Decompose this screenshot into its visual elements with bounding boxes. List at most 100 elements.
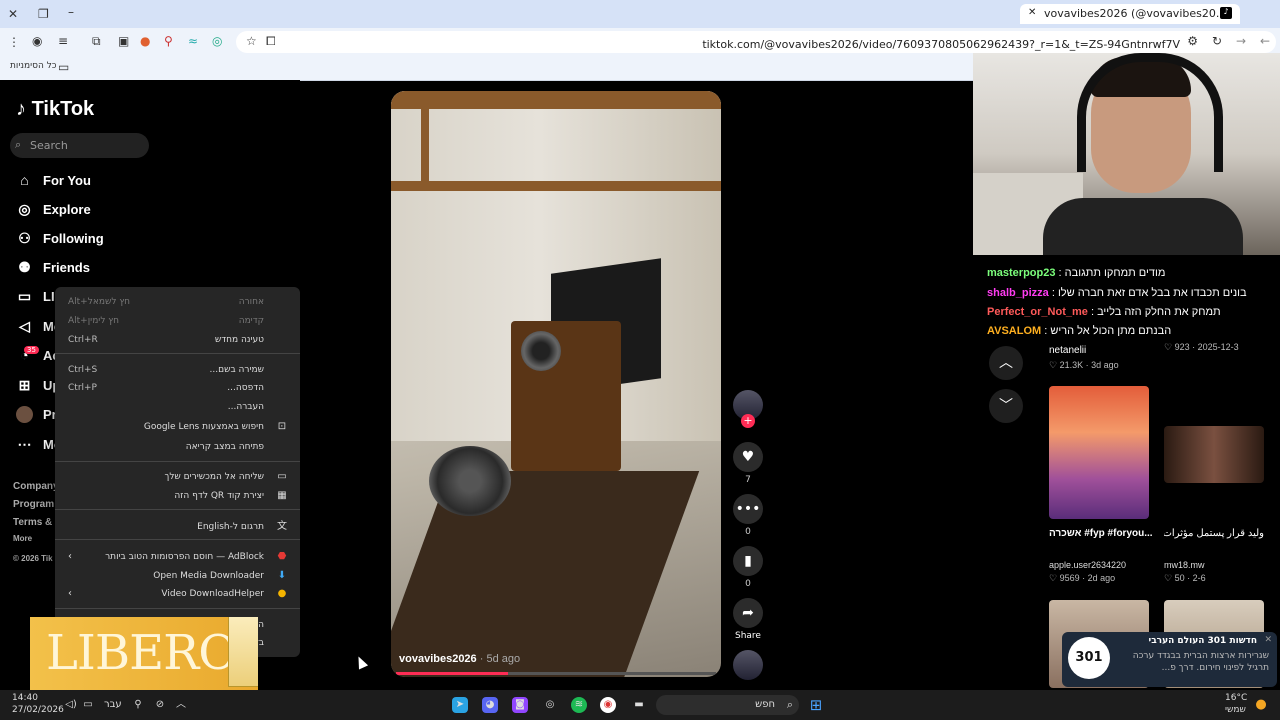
like-action[interactable]: ♥ 7	[733, 442, 763, 485]
active-tab[interactable]: ✕ vovavibes2026 (@vovavibes20... ♪	[1020, 4, 1240, 24]
mute-icon[interactable]: ⊘	[152, 697, 168, 713]
back-icon[interactable]: ←	[1260, 34, 1270, 48]
menu-item-qr-code[interactable]: יצירת קוד QR לדף הזה ▦	[55, 488, 300, 506]
save-action[interactable]: ▮ 0	[733, 546, 763, 589]
share-icon[interactable]: ➦	[733, 598, 763, 628]
translate-extension-icon[interactable]: ≈	[188, 34, 198, 48]
menu-item-video-downloadhelper[interactable]: ‹ Video DownloadHelper ●	[55, 586, 300, 604]
comment-icon[interactable]: •••	[733, 494, 763, 524]
heart-icon[interactable]: ♥	[733, 442, 763, 472]
grammar-extension-icon[interactable]: ◎	[212, 34, 222, 48]
pin-extension-icon[interactable]: ⚲	[164, 34, 173, 48]
chevron-up-icon[interactable]: ︿	[173, 697, 189, 713]
menu-item-back[interactable]: אחורה Alt+חץ לשמאל	[55, 294, 300, 312]
next-video-button[interactable]: ﹀	[989, 389, 1023, 423]
grid-user[interactable]: apple.user2634220	[1049, 560, 1126, 570]
video-author[interactable]: vovavibes2026	[399, 653, 477, 665]
nav-live[interactable]: ▭ LI	[16, 288, 55, 305]
like-count: 7	[745, 475, 751, 485]
chrome-icon[interactable]: ◉	[600, 697, 616, 713]
grid-title[interactable]: ولید قرار پستمل مؤثرات و...	[1164, 528, 1264, 539]
discord-icon[interactable]: ◕	[482, 697, 498, 713]
menu-item-google-lens[interactable]: חיפוש באמצעות Google Lens ⊡	[55, 419, 300, 437]
bookmark-icon[interactable]: ▮	[733, 546, 763, 576]
network-icon[interactable]: ▭	[80, 697, 96, 713]
spotify-icon[interactable]: ≋	[571, 697, 587, 713]
ad-text: LIBERO	[46, 625, 238, 681]
menu-item-cast[interactable]: העברה...	[55, 399, 300, 417]
app-icon[interactable]: ◎	[542, 697, 558, 713]
sun-icon[interactable]: ●	[1253, 697, 1269, 713]
close-icon[interactable]: ✕	[8, 7, 18, 21]
site-settings-icon[interactable]: ⚙	[1187, 34, 1198, 48]
nav-upload[interactable]: ⊞ Up	[16, 377, 61, 394]
profile-icon[interactable]: ◉	[32, 34, 42, 48]
footer-program[interactable]: Program	[13, 499, 54, 510]
windows-start-icon[interactable]: ⊞	[808, 697, 824, 713]
grid-user[interactable]: mw18.mw	[1164, 560, 1205, 570]
menu-item-forward[interactable]: קדימה Alt+חץ לימין	[55, 313, 300, 331]
grid-user[interactable]: netanelii	[1049, 345, 1086, 356]
grid-title[interactable]: אשכרה #fyp #foryou...	[1049, 528, 1153, 539]
telegram-icon[interactable]: ➤	[452, 697, 468, 713]
footer-more[interactable]: More	[13, 534, 32, 543]
tiktok-logo[interactable]: ♪ TikTok	[16, 98, 94, 121]
grid-thumbnail[interactable]	[1049, 386, 1149, 519]
video-player[interactable]: vovavibes2026 · 5d ago	[391, 91, 721, 677]
nav-explore[interactable]: ◎ Explore	[16, 201, 90, 218]
shelf-shape	[421, 109, 429, 189]
home-icon: ⌂	[20, 172, 29, 188]
nav-profile[interactable]: Pr	[16, 406, 57, 423]
twitch-icon[interactable]: ◙	[512, 697, 528, 713]
footer-company[interactable]: Company	[13, 481, 59, 492]
menu-item-shortcut: Ctrl+R	[68, 335, 98, 345]
restore-icon[interactable]: ❐	[38, 7, 49, 21]
microphone-icon[interactable]: ⚲	[130, 697, 146, 713]
search-input[interactable]: ⌕ Search	[10, 133, 149, 158]
menu-item-reading-mode[interactable]: פתיחה במצב קריאה	[55, 439, 300, 457]
puzzle-icon[interactable]: ⧉	[92, 34, 101, 48]
previous-video-button[interactable]: ︿	[989, 346, 1023, 380]
volume-icon[interactable]: ◁)	[63, 697, 79, 713]
search-icon: ⌕	[15, 138, 22, 151]
adblock-extension-icon[interactable]: ●	[140, 34, 150, 48]
news-notification[interactable]: 301 חדשות 301 העולם הערבי שגרירות ארצות …	[1062, 632, 1277, 687]
search-placeholder: Search	[30, 139, 68, 152]
nav-following[interactable]: ⚇ Following	[16, 230, 103, 247]
bookmark-star-icon[interactable]: ☆	[246, 34, 257, 48]
menu-item-adblock[interactable]: ‹ AdBlock — חוסם הפרסומות הטוב ביותר ⬣	[55, 549, 300, 567]
menu-item-reload[interactable]: טעינה מחדש Ctrl+R	[55, 332, 300, 350]
close-icon[interactable]: ✕	[1264, 635, 1272, 645]
grid-thumbnail[interactable]	[1164, 426, 1264, 483]
comment-action[interactable]: ••• 0	[733, 494, 763, 537]
minimize-icon[interactable]: –	[68, 5, 74, 19]
reload-icon[interactable]: ↻	[1212, 34, 1222, 48]
menu-item-save-as[interactable]: שמירה בשם... Ctrl+S	[55, 362, 300, 380]
menu-icon[interactable]: ⋮	[8, 35, 20, 49]
language-indicator[interactable]: עבר	[104, 697, 122, 713]
music-disc[interactable]	[733, 650, 763, 680]
nav-friends[interactable]: ⚉ Friends	[16, 259, 90, 276]
nav-for-you[interactable]: ⌂ For You	[16, 172, 91, 189]
share-action[interactable]: ➦ Share	[733, 598, 763, 641]
menu-item-translate[interactable]: תרגום ל-English 文	[55, 519, 300, 537]
author-avatar[interactable]: +	[733, 390, 763, 428]
webcam-overlay	[973, 53, 1280, 255]
downloads-extension-icon[interactable]: ▣	[118, 34, 129, 48]
follow-plus-icon[interactable]: +	[741, 414, 755, 428]
video-progress-bar[interactable]	[396, 672, 716, 675]
cast-icon[interactable]: ⧠	[266, 34, 276, 48]
footer-terms[interactable]: Terms &	[13, 517, 52, 528]
perfume-ad: LIBERO	[30, 617, 258, 691]
menu-item-open-media-downloader[interactable]: Open Media Downloader ⬇	[55, 568, 300, 586]
all-bookmarks-link[interactable]: כל הסימניות	[10, 61, 57, 71]
file-explorer-icon[interactable]: ▬	[631, 697, 647, 713]
taskbar-search[interactable]: חפש ⌕	[656, 695, 799, 715]
menu-item-label: Video DownloadHelper	[161, 589, 264, 599]
forward-icon[interactable]: →	[1236, 34, 1246, 48]
menu-item-send-to-devices[interactable]: שליחה אל המכשירים שלך ▭	[55, 469, 300, 487]
omnibox[interactable]: ☆ ⧠ tiktok.com/@vovavibes2026/video/7609…	[236, 31, 1276, 53]
extension-icon[interactable]: ≡	[58, 34, 68, 48]
tab-close-icon[interactable]: ✕	[1028, 7, 1036, 18]
menu-item-print[interactable]: הדפסה... Ctrl+P	[55, 380, 300, 398]
